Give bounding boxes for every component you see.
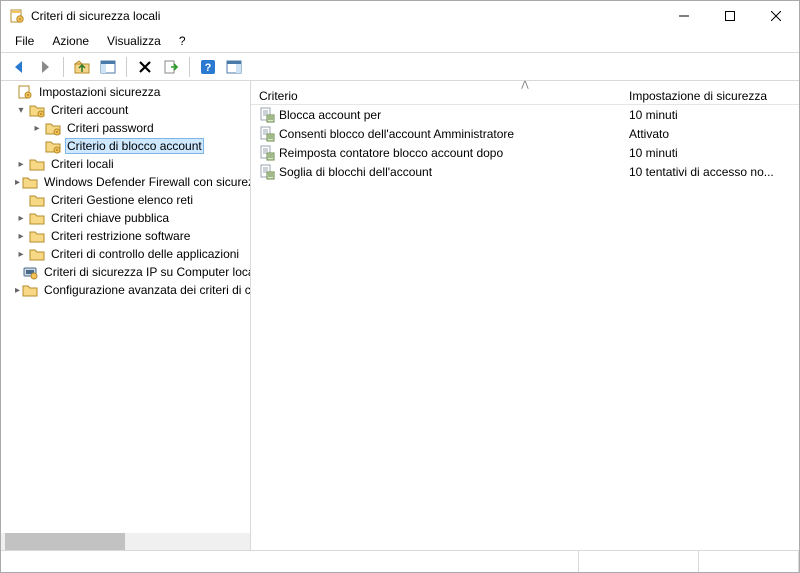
menu-view[interactable]: Visualizza [99,32,169,50]
scrollbar-thumb[interactable] [5,533,125,550]
tree-network-list[interactable]: ▸ Criteri Gestione elenco reti [1,191,250,209]
list-item[interactable]: Soglia di blocchi dell'account 10 tentat… [251,162,799,181]
folder-icon [22,282,38,298]
tree-account-policies[interactable]: ▾ Criteri account [1,101,250,119]
twisty-collapsed-icon[interactable]: ▸ [15,177,20,188]
body: ▶ Impostazioni sicurezza ▾ [1,81,799,550]
tree-app-control[interactable]: ▸ Criteri di controllo delle applicazion… [1,245,250,263]
folder-icon [22,174,38,190]
statusbar [1,550,799,572]
close-button[interactable] [753,1,799,31]
tree-firewall[interactable]: ▸ Windows Defender Firewall con sicurezz… [1,173,250,191]
action-pane-button[interactable] [222,55,246,79]
tree-label: Windows Defender Firewall con sicurezza … [42,175,250,189]
folder-policy-icon [45,120,61,136]
list-item-name: Consenti blocco dell'account Amministrat… [279,127,514,141]
list-item[interactable]: Consenti blocco dell'account Amministrat… [251,124,799,143]
list-pane: ⋀ Criterio Impostazione di sicurezza [251,81,799,550]
list-item-value: 10 tentativi di accesso no... [621,165,799,179]
list-item[interactable]: Reimposta contatore blocco account dopo … [251,143,799,162]
tree-root[interactable]: ▶ Impostazioni sicurezza [1,83,250,101]
tree-label: Criteri di sicurezza IP su Computer loca… [42,265,250,279]
tree-label: Criteri password [65,121,156,135]
policy-item-icon [259,164,275,180]
forward-button[interactable] [33,55,57,79]
menubar: File Azione Visualizza ? [1,31,799,51]
tree-password-policy[interactable]: ▸ Criteri password [1,119,250,137]
policy-item-icon [259,145,275,161]
tree[interactable]: ▶ Impostazioni sicurezza ▾ [1,81,250,533]
status-panel [1,551,579,572]
tree-label: Configurazione avanzata dei criteri di c… [42,283,250,297]
folder-policy-icon [29,102,45,118]
tree-label: Criteri restrizione software [49,229,192,243]
sort-indicator-icon: ⋀ [251,81,799,90]
secpol-icon [17,84,33,100]
twisty-collapsed-icon[interactable]: ▸ [31,123,43,134]
status-panel [579,551,699,572]
folder-icon [29,192,45,208]
list[interactable]: Blocca account per 10 minuti [251,105,799,550]
tree-lockout-policy[interactable]: ▸ Criterio di blocco account [1,137,250,155]
policy-item-icon [259,107,275,123]
tree-ipsec[interactable]: ▸ Criteri di sicurezza IP su Computer lo… [1,263,250,281]
tree-label: Criteri locali [49,157,116,171]
horizontal-scrollbar[interactable] [1,533,250,550]
tree-advanced-audit[interactable]: ▸ Configurazione avanzata dei criteri di… [1,281,250,299]
tree-label: Criterio di blocco account [65,138,204,154]
help-button[interactable]: ? [196,55,220,79]
maximize-button[interactable] [707,1,753,31]
twisty-collapsed-icon[interactable]: ▸ [15,213,27,224]
twisty-collapsed-icon[interactable]: ▸ [15,159,27,170]
column-header-value[interactable]: Impostazione di sicurezza [621,89,799,103]
tree-public-key[interactable]: ▸ Criteri chiave pubblica [1,209,250,227]
export-button[interactable] [159,55,183,79]
policy-item-icon [259,126,275,142]
column-header-name[interactable]: Criterio [251,89,621,103]
back-button[interactable] [7,55,31,79]
status-panel [699,551,799,572]
list-item-name: Soglia di blocchi dell'account [279,165,432,179]
tree-label: Criteri chiave pubblica [49,211,171,225]
twisty-expanded-icon[interactable]: ▾ [15,105,27,116]
folder-icon [29,228,45,244]
toolbar: ? [1,53,799,81]
titlebar: Criteri di sicurezza locali [1,1,799,31]
tree-label: Criteri di controllo delle applicazioni [49,247,241,261]
menu-action[interactable]: Azione [44,32,97,50]
tree-label: Criteri Gestione elenco reti [49,193,195,207]
show-hide-tree-button[interactable] [96,55,120,79]
folder-icon [29,210,45,226]
tree-label: Impostazioni sicurezza [37,85,162,99]
folder-icon [29,156,45,172]
tree-local-policies[interactable]: ▸ Criteri locali [1,155,250,173]
menu-help[interactable]: ? [171,32,194,50]
twisty-collapsed-icon[interactable]: ▸ [15,231,27,242]
ipsec-icon [22,264,38,280]
list-item-value: 10 minuti [621,146,799,160]
twisty-collapsed-icon[interactable]: ▸ [15,249,27,260]
window-title: Criteri di sicurezza locali [31,9,160,23]
secpol-icon [9,8,25,24]
delete-button[interactable] [133,55,157,79]
twisty-collapsed-icon[interactable]: ▸ [15,285,20,296]
window: Criteri di sicurezza locali File Azione … [0,0,800,573]
tree-pane: ▶ Impostazioni sicurezza ▾ [1,81,251,550]
list-item-value: 10 minuti [621,108,799,122]
menu-file[interactable]: File [7,32,42,50]
list-item[interactable]: Blocca account per 10 minuti [251,105,799,124]
list-item-name: Reimposta contatore blocco account dopo [279,146,503,160]
folder-icon [29,246,45,262]
svg-text:?: ? [205,62,212,74]
folder-policy-icon [45,138,61,154]
minimize-button[interactable] [661,1,707,31]
list-item-value: Attivato [621,127,799,141]
list-item-name: Blocca account per [279,108,381,122]
tree-software-restrict[interactable]: ▸ Criteri restrizione software [1,227,250,245]
up-button[interactable] [70,55,94,79]
tree-label: Criteri account [49,103,130,117]
